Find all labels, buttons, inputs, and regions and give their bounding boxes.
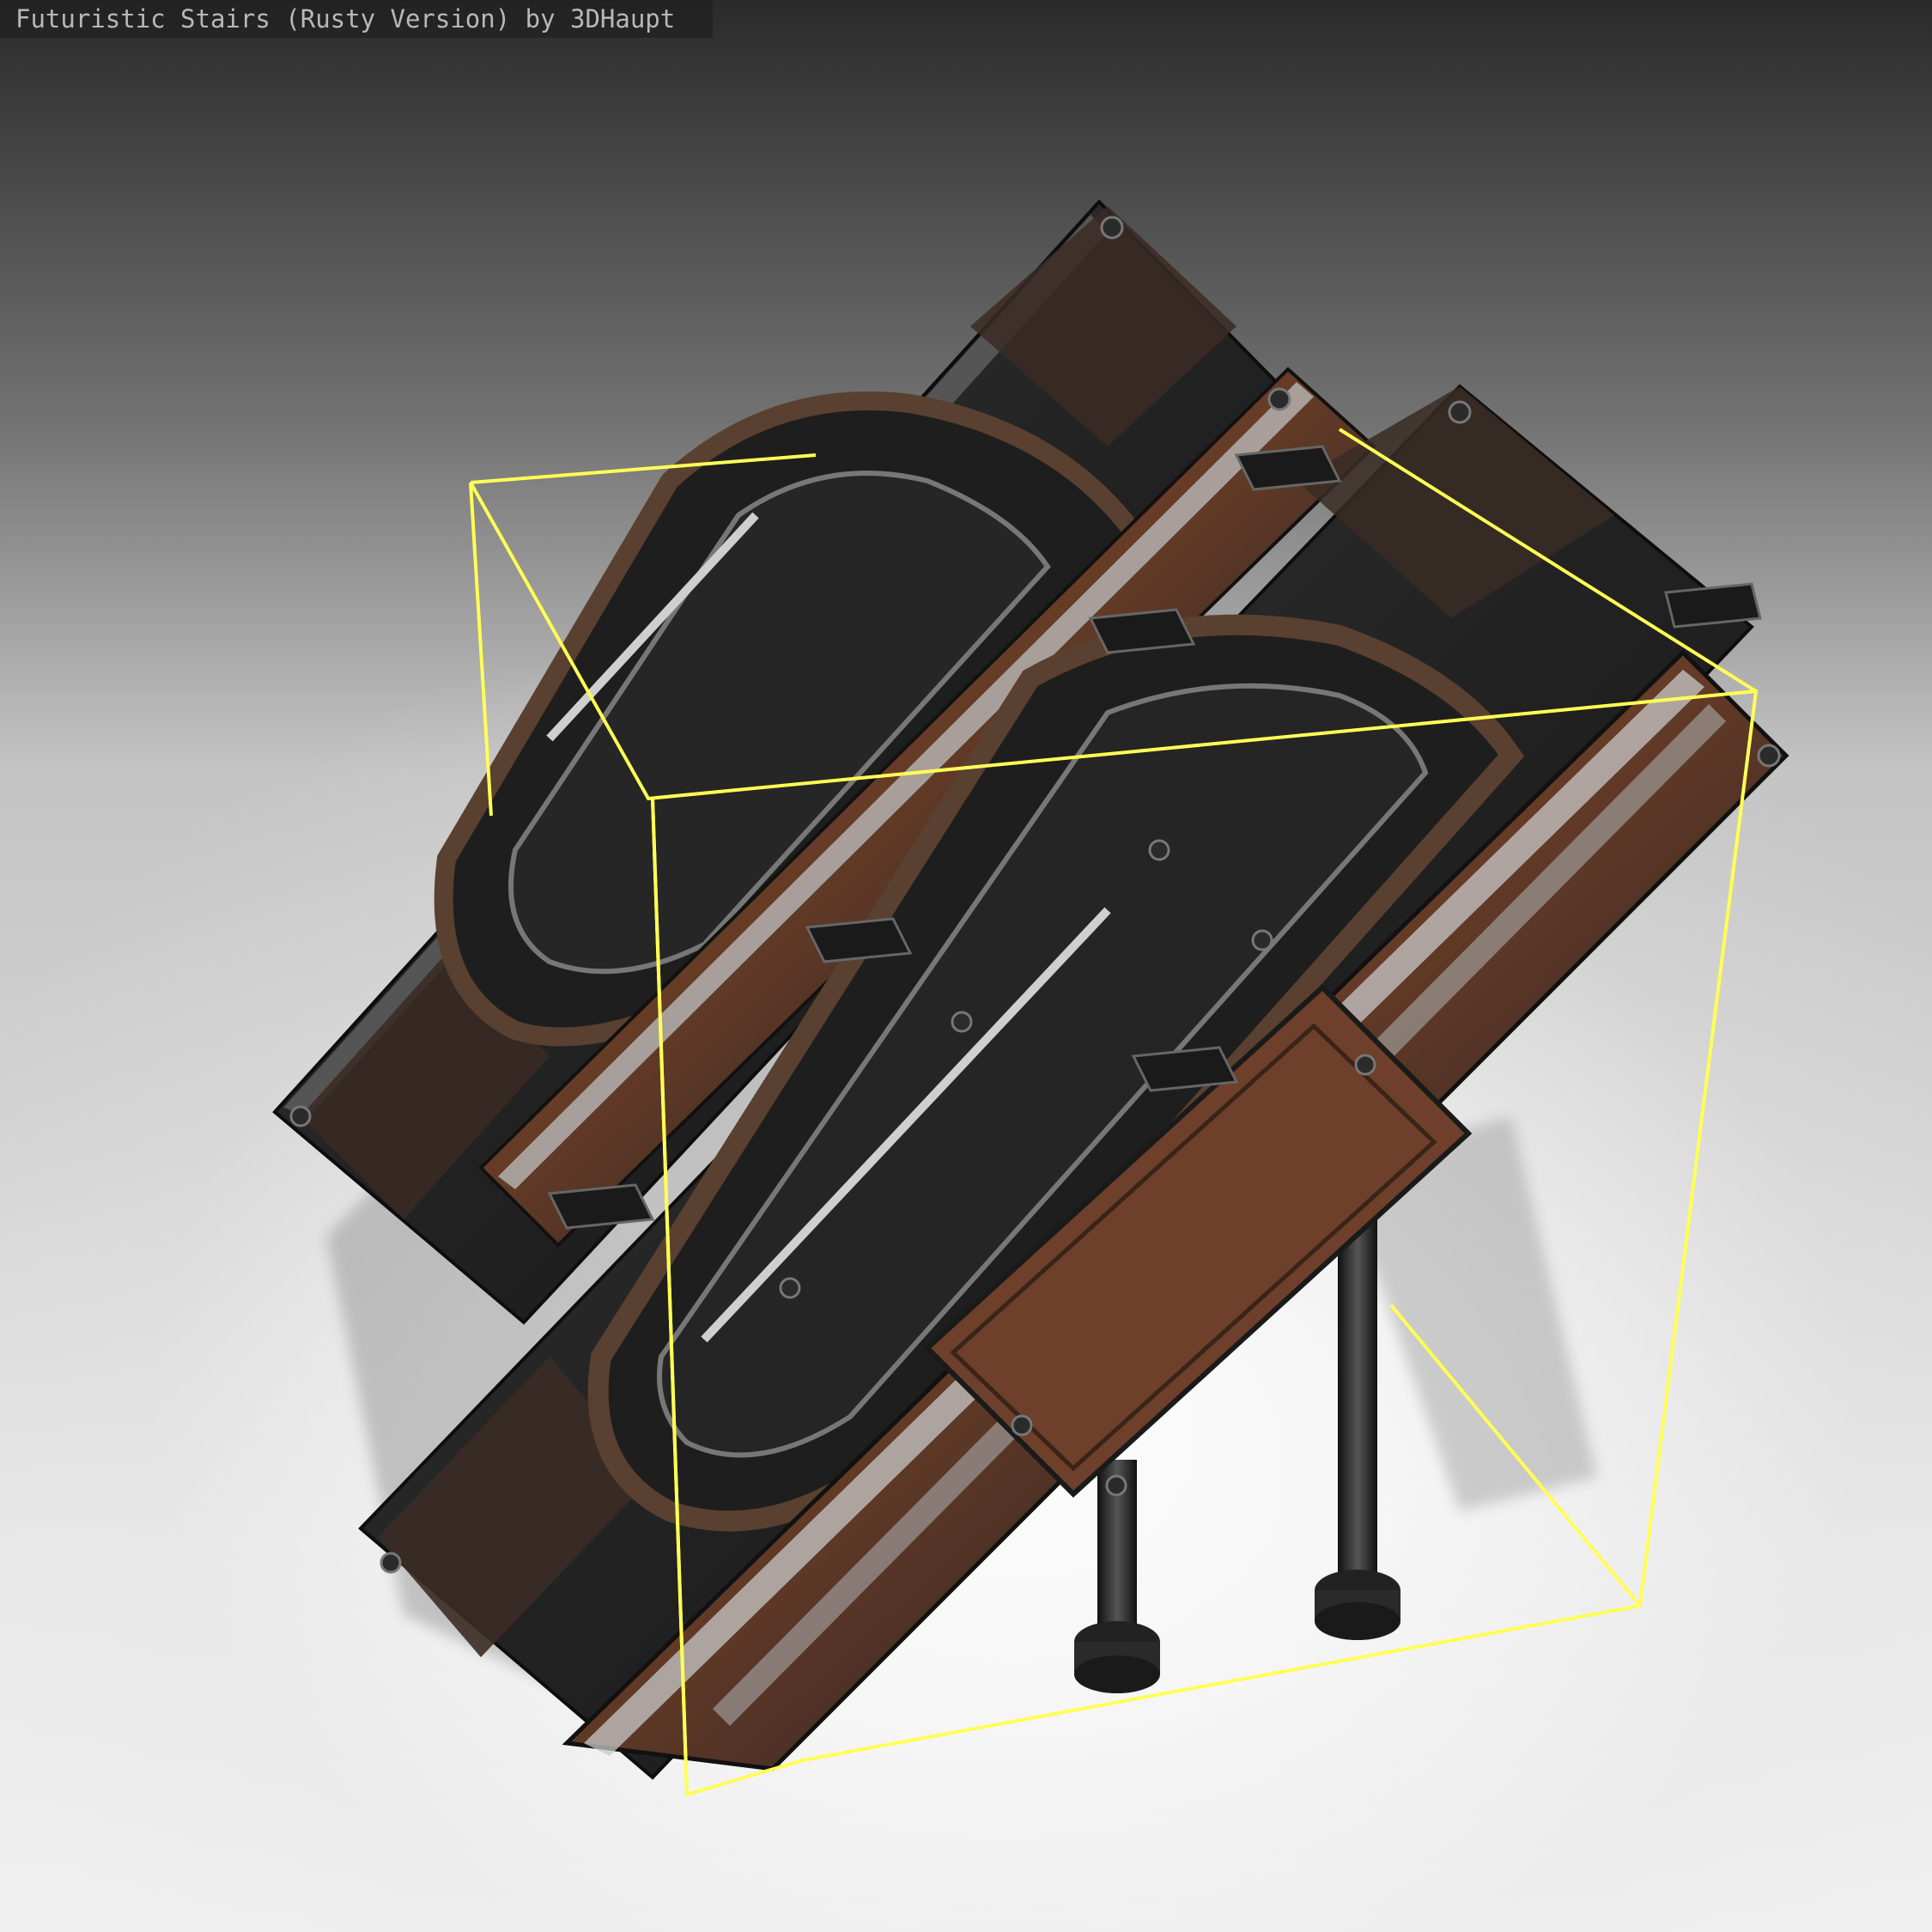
model-title-bar: Futuristic Stairs (Rusty Version) by 3DH… — [0, 0, 713, 38]
model-title: Futuristic Stairs (Rusty Version) by 3DH… — [15, 4, 676, 33]
3d-viewport[interactable]: Futuristic Stairs (Rusty Version) by 3DH… — [0, 0, 1932, 1932]
stair-body — [272, 199, 1789, 1780]
model-render — [272, 199, 1789, 1797]
